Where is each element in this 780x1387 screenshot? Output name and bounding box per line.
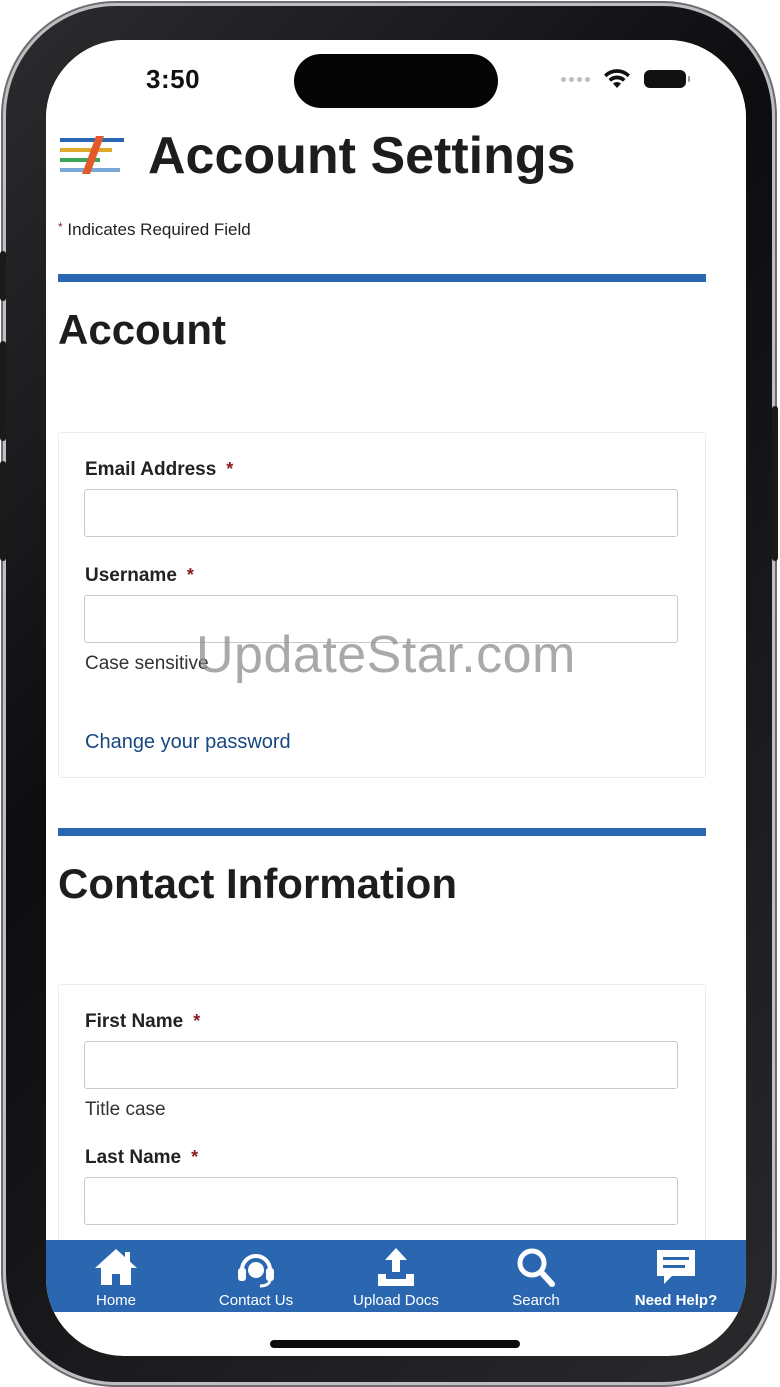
last-name-field[interactable] <box>84 1177 678 1225</box>
power-button <box>772 406 778 561</box>
striped-flag-logo <box>60 136 124 174</box>
status-time: 3:50 <box>146 64 201 94</box>
tab-upload-docs-label: Upload Docs <box>353 1292 439 1309</box>
tab-home[interactable]: Home <box>46 1240 186 1312</box>
cellular-signal-icon <box>561 76 590 82</box>
email-label-text: Email Address <box>85 459 217 480</box>
tab-search-label: Search <box>512 1292 560 1309</box>
dynamic-island <box>294 54 498 108</box>
required-field-note: * Indicates Required Field <box>58 220 251 240</box>
battery-icon <box>644 70 690 88</box>
last-name-label: Last Name * <box>85 1147 198 1169</box>
volume-up-button <box>0 341 6 441</box>
tab-contact-us[interactable]: Contact Us <box>186 1240 326 1312</box>
first-name-label-text: First Name <box>85 1011 184 1032</box>
section-divider <box>58 274 706 282</box>
first-name-field[interactable] <box>84 1041 678 1089</box>
wifi-icon <box>604 69 630 88</box>
tab-home-label: Home <box>95 1292 136 1309</box>
username-label-text: Username <box>85 565 177 586</box>
home-indicator[interactable] <box>270 1340 520 1348</box>
status-bar: 3:50 <box>46 40 746 124</box>
first-name-hint: Title case <box>85 1099 166 1120</box>
required-star: * <box>58 220 63 234</box>
change-password-link[interactable]: Change your password <box>85 731 291 754</box>
username-hint: Case sensitive <box>85 653 209 674</box>
last-name-label-text: Last Name <box>85 1147 182 1168</box>
required-note-text: Indicates Required Field <box>67 220 251 239</box>
email-field[interactable] <box>84 489 678 537</box>
bottom-tab-bar: Home Contact Us Upload Docs Search Need … <box>46 1240 746 1312</box>
account-card: Email Address * Username * Case sensitive … <box>58 432 706 778</box>
contact-information-heading: Contact Information <box>58 860 457 907</box>
phone-frame: 3:50 Account Settings * Indicates Requir… <box>0 6 778 1382</box>
search-icon <box>517 1248 555 1287</box>
first-name-label: First Name * <box>85 1011 200 1033</box>
app-header: Account Settings <box>58 124 718 194</box>
upload-icon <box>378 1248 414 1286</box>
username-label: Username * <box>85 565 194 587</box>
required-marker: * <box>186 565 194 585</box>
status-icons <box>561 68 690 90</box>
tab-need-help[interactable]: Need Help? <box>606 1240 746 1312</box>
tab-need-help-label: Need Help? <box>634 1292 718 1309</box>
section-divider <box>58 828 706 836</box>
email-label: Email Address * <box>85 459 233 481</box>
watermark: UpdateStar.com <box>196 626 576 684</box>
account-heading: Account <box>58 306 226 353</box>
page-title: Account Settings <box>148 127 576 185</box>
action-button <box>0 251 6 301</box>
required-marker: * <box>193 1011 201 1031</box>
phone-screen: 3:50 Account Settings * Indicates Requir… <box>46 40 746 1356</box>
tab-search[interactable]: Search <box>466 1240 606 1312</box>
required-marker: * <box>226 459 234 479</box>
headset-icon <box>238 1254 274 1288</box>
tab-contact-us-label: Contact Us <box>218 1292 294 1309</box>
tab-upload-docs[interactable]: Upload Docs <box>326 1240 466 1312</box>
volume-down-button <box>0 461 6 561</box>
required-marker: * <box>191 1147 199 1167</box>
contact-card: First Name * Title case Last Name * <box>58 984 706 1240</box>
home-icon <box>95 1249 137 1285</box>
chat-bubble-icon <box>657 1250 695 1284</box>
